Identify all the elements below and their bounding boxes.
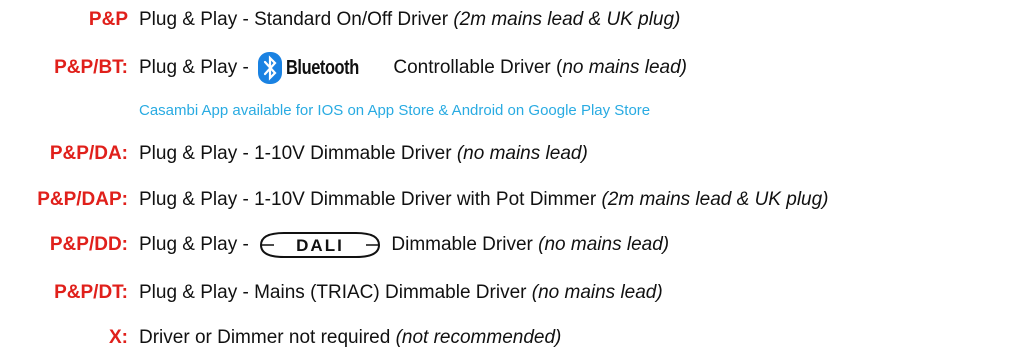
option-code: P&P/DT: [54, 282, 128, 303]
option-row-pp-da: P&P/DA: Plug & Play - 1-10V Dimmable Dri… [0, 137, 1012, 171]
option-description: Plug & Play - DALI Dimmable Driver (no m… [139, 228, 669, 262]
option-text-prefix: Plug & Play - [139, 234, 255, 255]
dali-logo: DALI [260, 232, 381, 258]
option-text: Plug & Play - 1-10V Dimmable Driver with… [139, 189, 602, 210]
option-text: Plug & Play - Standard On/Off Driver [139, 9, 454, 30]
option-row-pp-dt: P&P/DT: Plug & Play - Mains (TRIAC) Dimm… [0, 276, 1012, 310]
option-code: P&P/DA: [49, 143, 128, 164]
option-row-pp-dap: P&P/DAP: Plug & Play - 1-10V Dimmable Dr… [0, 183, 1012, 217]
option-description: Plug & Play - Mains (TRIAC) Dimmable Dri… [139, 276, 663, 310]
option-note-italic: no mains lead) [562, 57, 687, 78]
option-text-prefix: Plug & Play - [139, 57, 255, 78]
option-note-italic: (no mains lead) [456, 143, 588, 164]
dali-wordmark: DALI [296, 236, 344, 255]
option-code: P&P/BT: [54, 57, 128, 78]
option-text: Plug & Play - 1-10V Dimmable Driver [139, 143, 457, 164]
option-code: P&P/DAP: [37, 189, 128, 210]
option-text: Dimmable Driver [386, 234, 539, 255]
bluetooth-logo: Bluetooth [258, 51, 384, 85]
option-text: Plug & Play - Mains (TRIAC) Dimmable Dri… [139, 282, 532, 303]
option-note-italic: (2m mains lead & UK plug) [601, 189, 829, 210]
option-note-italic: (no mains lead) [538, 234, 670, 255]
option-note-italic: (2m mains lead & UK plug) [453, 9, 681, 30]
option-code: P&P [88, 9, 128, 30]
bluetooth-wordmark: Bluetooth [286, 57, 359, 79]
option-row-pp-dd: P&P/DD: Plug & Play - DALI Dimmable Driv… [0, 228, 1012, 262]
option-description: Plug & Play - 1-10V Dimmable Driver with… [139, 183, 829, 217]
option-code: P&P/DD: [49, 234, 128, 255]
bluetooth-icon [258, 52, 283, 84]
option-description: Plug & Play - Bluetooth Controllable Dri… [139, 51, 687, 85]
option-description: Plug & Play - 1-10V Dimmable Driver (no … [139, 137, 588, 171]
option-row-pp-bt: P&P/BT: Plug & Play - Bluetooth Controll… [0, 51, 1012, 85]
option-note-italic: (no mains lead) [531, 282, 663, 303]
casambi-app-note: Casambi App available for IOS on App Sto… [139, 102, 651, 119]
option-description: Plug & Play - Standard On/Off Driver (2m… [139, 3, 680, 37]
option-row-pp: P&P Plug & Play - Standard On/Off Driver… [0, 3, 1012, 37]
option-text: Controllable Driver ( [388, 57, 563, 78]
